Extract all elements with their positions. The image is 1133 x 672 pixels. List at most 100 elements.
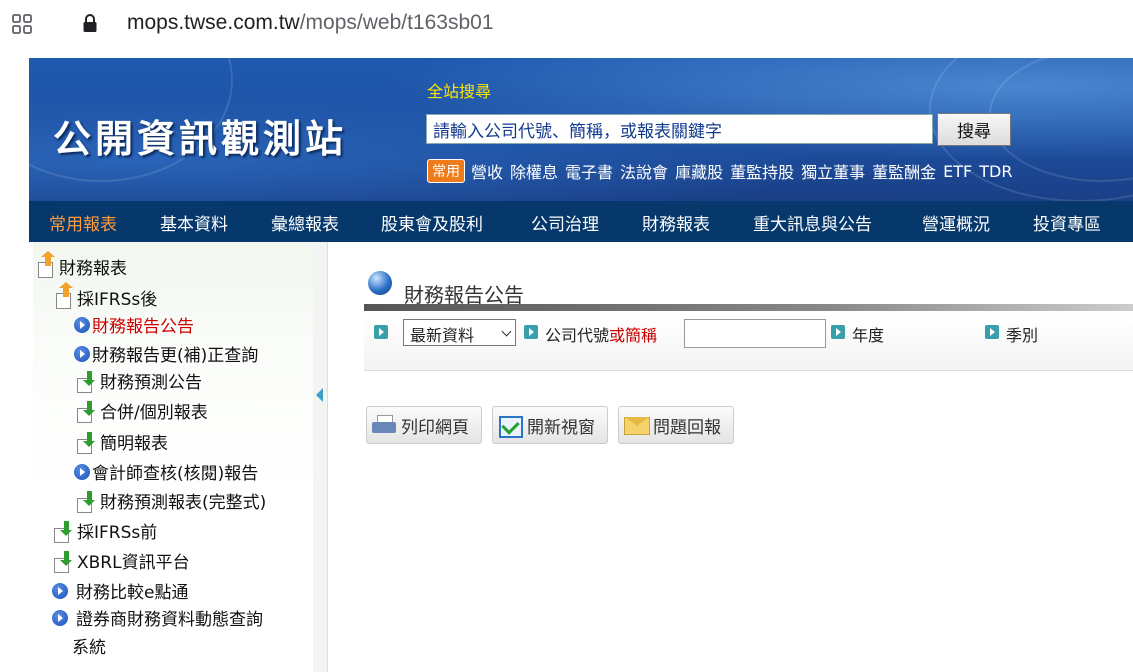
globe-icon (368, 271, 392, 295)
frequent-badge: 常用 (427, 159, 465, 183)
envelope-icon (623, 413, 650, 437)
quick-link-director-compensation[interactable]: 董監酬金 (872, 159, 936, 183)
company-code-text: 公司代號 (545, 326, 610, 345)
tree-label: 證券商財務資料動態查詢 (76, 610, 263, 630)
tree-label: 合併/個別報表 (100, 403, 208, 423)
folder-closed-icon (77, 431, 97, 454)
tree-financial-compare[interactable]: 財務比較e點通 (52, 578, 188, 603)
tree-broker-query-cont[interactable]: 系統 (72, 633, 106, 658)
data-type-select[interactable]: 最新資料 (403, 319, 516, 346)
tree-item-full-forecast[interactable]: 財務預測報表(完整式) (77, 488, 266, 513)
tree-broker-query[interactable]: 證券商財務資料動態查詢 (52, 605, 263, 630)
print-label: 列印網頁 (401, 417, 469, 438)
quick-link-treasury-stock[interactable]: 庫藏股 (675, 159, 723, 183)
title-underline (364, 304, 1133, 311)
tree-financial-reports[interactable]: 財務報表 (36, 250, 127, 279)
url-host: mops.twse.com.tw (127, 11, 300, 34)
tree-item-forecast-announcement[interactable]: 財務預測公告 (77, 368, 202, 393)
quick-links: 常用 營收 除權息 電子書 法說會 庫藏股 董監持股 獨立董事 董監酬金 ETF… (427, 158, 1019, 184)
tree-item-correction-query[interactable]: 財務報告更(補)正查詢 (74, 341, 258, 366)
arrow-tag-icon (985, 325, 999, 339)
quick-link-ebook[interactable]: 電子書 (565, 159, 613, 183)
bullet-arrow-icon (74, 316, 90, 333)
nav-investment[interactable]: 投資專區 (1033, 210, 1101, 235)
bullet-arrow-icon (52, 609, 68, 626)
folder-closed-icon (77, 400, 97, 423)
tree-label: 財務報表 (59, 259, 127, 279)
nav-frequent-reports[interactable]: 常用報表 (49, 210, 117, 235)
tree-xbrl[interactable]: XBRL資訊平台 (54, 548, 190, 573)
new-window-icon (497, 413, 523, 438)
tab-grid-icon[interactable] (12, 14, 32, 34)
select-value: 最新資料 (410, 326, 475, 345)
tree-label: XBRL資訊平台 (77, 553, 190, 573)
address-bar[interactable]: mops.twse.com.tw/mops/web/t163sb01 (127, 11, 494, 35)
nav-basic-info[interactable]: 基本資料 (160, 210, 228, 235)
nav-material-info[interactable]: 重大訊息與公告 (753, 210, 872, 235)
new-window-label: 開新視窗 (527, 417, 595, 438)
tree-label: 系統 (72, 638, 106, 658)
season-label: 季別 (1006, 326, 1039, 345)
quick-link-ex-dividend[interactable]: 除權息 (510, 159, 558, 183)
tree-item-consolidated-individual[interactable]: 合併/個別報表 (77, 398, 208, 423)
tree-label: 簡明報表 (100, 434, 168, 454)
tree-label: 會計師查核(核閱)報告 (92, 464, 259, 484)
nav-financial-statements[interactable]: 財務報表 (642, 210, 710, 235)
tree-ifrs-before[interactable]: 採IFRSs前 (54, 518, 157, 543)
company-abbrev-text: 或簡稱 (609, 326, 658, 345)
tree-label: 採IFRSs前 (77, 523, 158, 543)
new-window-button[interactable]: 開新視窗 (492, 406, 608, 444)
bullet-arrow-icon (74, 345, 90, 362)
tree-item-auditor-report[interactable]: 會計師查核(核閱)報告 (74, 459, 258, 484)
quick-link-etf[interactable]: ETF (943, 162, 972, 181)
tree-label: 採IFRSs後 (77, 290, 158, 310)
report-issue-label: 問題回報 (653, 417, 721, 438)
site-search-input[interactable] (426, 114, 933, 144)
tree-label: 財務預測公告 (100, 373, 202, 393)
nav-corporate-governance[interactable]: 公司治理 (531, 210, 599, 235)
company-code-input[interactable] (684, 319, 826, 348)
folder-closed-icon (77, 490, 97, 513)
nav-shareholder-meetings[interactable]: 股東會及股利 (381, 210, 483, 235)
main-nav: 常用報表 基本資料 彙總報表 股東會及股利 公司治理 財務報表 重大訊息與公告 … (29, 201, 1133, 242)
arrow-tag-icon (831, 325, 845, 339)
chevron-down-icon (501, 326, 512, 337)
search-label: 全站搜尋 (427, 82, 492, 101)
bullet-arrow-icon (74, 463, 90, 480)
tree-item-financial-report-announcement[interactable]: 財務報告公告 (74, 312, 194, 337)
tree-item-condensed-statements[interactable]: 簡明報表 (77, 429, 168, 454)
tree-label: 財務比較e點通 (76, 583, 189, 603)
browser-url-bar: mops.twse.com.tw/mops/web/t163sb01 (0, 0, 1133, 50)
folder-closed-icon (77, 370, 97, 393)
folder-closed-icon (54, 520, 74, 543)
tree-label: 財務預測報表(完整式) (100, 493, 267, 513)
arrow-tag-icon (374, 325, 388, 339)
tree-label: 財務報告更(補)正查詢 (92, 346, 259, 366)
year-label: 年度 (852, 326, 885, 345)
url-path: /mops/web/t163sb01 (299, 11, 494, 34)
folder-open-icon (54, 281, 74, 309)
folder-open-icon (36, 250, 56, 278)
quick-link-investor-conference[interactable]: 法說會 (620, 159, 668, 183)
collapse-arrow-icon[interactable] (316, 388, 323, 402)
report-issue-button[interactable]: 問題回報 (618, 406, 734, 444)
quick-link-director-holdings[interactable]: 董監持股 (730, 159, 794, 183)
company-code-label: 公司代號或簡稱 (545, 322, 657, 346)
printer-icon (371, 413, 397, 437)
sidebar-collapse-handle[interactable] (313, 242, 328, 672)
tree-ifrs-after[interactable]: 採IFRSs後 (54, 281, 158, 310)
quick-link-revenue[interactable]: 營收 (471, 159, 503, 183)
quick-link-tdr[interactable]: TDR (979, 162, 1012, 181)
quick-link-independent-directors[interactable]: 獨立董事 (801, 159, 865, 183)
site-header: 公開資訊觀測站 全站搜尋 搜尋 常用 營收 除權息 電子書 法說會 庫藏股 董監… (29, 58, 1133, 201)
bullet-arrow-icon (52, 582, 68, 599)
nav-summary-reports[interactable]: 彙總報表 (271, 210, 339, 235)
nav-operations[interactable]: 營運概況 (922, 210, 990, 235)
lock-icon[interactable] (82, 13, 98, 33)
tree-label: 財務報告公告 (92, 317, 194, 337)
folder-closed-icon (54, 550, 74, 573)
search-button[interactable]: 搜尋 (937, 113, 1011, 146)
arrow-tag-icon (524, 325, 538, 339)
site-logo[interactable]: 公開資訊觀測站 (53, 108, 347, 163)
print-page-button[interactable]: 列印網頁 (366, 406, 482, 444)
